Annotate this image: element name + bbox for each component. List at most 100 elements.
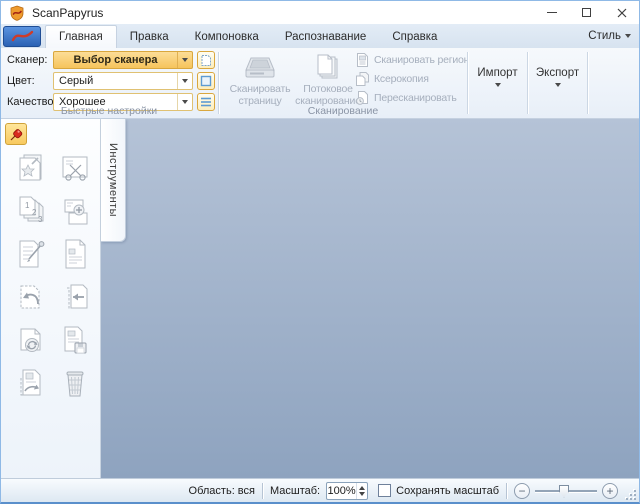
- spinner-arrows[interactable]: [356, 483, 367, 499]
- pushpin-icon: [9, 127, 24, 142]
- scale-spinner[interactable]: 100%: [326, 482, 368, 500]
- tool-undo-button[interactable]: [14, 279, 48, 315]
- page-add-icon: [59, 194, 91, 228]
- frame-icon: [200, 75, 212, 87]
- statusbar-separator: [506, 483, 507, 499]
- color-dropdown[interactable]: Серый: [53, 72, 193, 90]
- page-edit-icon: [15, 237, 47, 271]
- tab-help-label: Справка: [392, 31, 437, 43]
- close-button[interactable]: [604, 1, 639, 24]
- style-menu-label: Стиль: [588, 30, 621, 42]
- tab-main[interactable]: Главная: [45, 25, 117, 48]
- tool-crop-button[interactable]: [58, 150, 92, 186]
- tools-panel-tab[interactable]: Инструменты: [101, 119, 126, 242]
- scan-region-button[interactable]: Сканировать регион: [355, 51, 469, 68]
- tab-edit[interactable]: Правка: [117, 25, 182, 48]
- style-menu-button[interactable]: Стиль: [588, 30, 631, 42]
- area-status-label: Область: вся: [189, 485, 255, 497]
- trash-icon: [59, 366, 91, 400]
- tool-delete-page-button[interactable]: [58, 365, 92, 401]
- pin-panel-button[interactable]: [5, 123, 27, 145]
- tab-recognition-label: Распознавание: [285, 31, 367, 43]
- ribbon: Сканер: Выбор сканера Цвет: Серый Качест…: [1, 48, 639, 119]
- zoom-out-button[interactable]: −: [514, 483, 530, 499]
- svg-text:1: 1: [25, 201, 30, 210]
- app-swoosh-icon: [9, 29, 35, 43]
- maximize-button[interactable]: [569, 1, 604, 24]
- document-canvas: [101, 119, 639, 478]
- app-window: ScanPapyrus Главная Правка Компоновка Ра…: [0, 0, 640, 504]
- scanpapyrus-logo-icon: [9, 5, 25, 21]
- group-caption-scanning: Сканирование: [219, 105, 467, 117]
- status-bar: Область: вся Масштаб: 100% Сохранять мас…: [1, 478, 639, 502]
- minimize-button[interactable]: [534, 1, 569, 24]
- scanner-field-label: Сканер:: [7, 54, 47, 66]
- rescan-label: Пересканировать: [374, 92, 457, 104]
- tab-layout-label: Компоновка: [195, 31, 259, 43]
- page-arrow-left-icon: [59, 280, 91, 314]
- tool-numbering-button[interactable]: 1 2 3: [14, 193, 48, 229]
- export-button[interactable]: Экспорт: [529, 50, 586, 104]
- ribbon-separator: [467, 52, 468, 114]
- statusbar-separator: [262, 483, 263, 499]
- rescan-button[interactable]: Пересканировать: [355, 89, 457, 106]
- page-scissors-icon: [59, 151, 91, 185]
- tool-replace-page-button[interactable]: [14, 365, 48, 401]
- tool-icon-grid: 1 2 3: [14, 150, 92, 401]
- zoom-in-button[interactable]: +: [602, 483, 618, 499]
- ribbon-separator: [527, 52, 528, 114]
- tool-refresh-page-button[interactable]: [14, 322, 48, 358]
- scan-page-label: Сканировать страницу: [223, 84, 297, 107]
- window-title: ScanPapyrus: [32, 6, 103, 20]
- tool-save-page-button[interactable]: [58, 322, 92, 358]
- minus-icon: −: [518, 485, 525, 497]
- copy-pages-icon: [355, 71, 370, 87]
- keep-scale-label: Сохранять масштаб: [396, 485, 499, 497]
- tab-help[interactable]: Справка: [379, 25, 450, 48]
- page-numbering-icon: 1 2 3: [15, 194, 47, 228]
- scan-page-button[interactable]: Сканировать страницу: [223, 50, 297, 108]
- preset-frame-button[interactable]: [197, 72, 215, 90]
- preset-page-button[interactable]: [197, 51, 215, 69]
- close-icon: [617, 8, 627, 18]
- tab-recognition[interactable]: Распознавание: [272, 25, 380, 48]
- svg-text:2: 2: [32, 208, 37, 217]
- stream-scan-label: Потоковое сканирование: [295, 84, 361, 107]
- tool-move-page-button[interactable]: [58, 279, 92, 315]
- svg-text:3: 3: [38, 215, 43, 224]
- page-region-icon: [355, 52, 370, 68]
- import-label: Импорт: [477, 67, 517, 79]
- import-button[interactable]: Импорт: [469, 50, 526, 104]
- page-text-icon: [59, 237, 91, 271]
- chevron-down-icon: [177, 52, 192, 68]
- color-dropdown-value: Серый: [54, 75, 177, 87]
- resize-grip[interactable]: [626, 490, 636, 500]
- photocopy-button[interactable]: Ксерокопия: [355, 70, 429, 87]
- scan-region-label: Сканировать регион: [374, 54, 469, 66]
- tab-edit-label: Правка: [130, 31, 169, 43]
- scanner-dropdown[interactable]: Выбор сканера: [53, 51, 193, 69]
- stacked-pages-icon: [313, 50, 343, 82]
- tools-panel-tab-label: Инструменты: [107, 143, 119, 217]
- tab-main-label: Главная: [59, 31, 103, 43]
- tool-edit-page-button[interactable]: [14, 236, 48, 272]
- tool-autoprocess-button[interactable]: [14, 150, 48, 186]
- minimize-icon: [547, 12, 557, 13]
- page-wand-icon: [15, 151, 47, 185]
- title-bar: ScanPapyrus: [1, 1, 639, 24]
- zoom-slider[interactable]: [535, 483, 597, 499]
- chevron-down-icon: [177, 73, 192, 89]
- application-menu-button[interactable]: [3, 26, 41, 47]
- tool-ocr-text-button[interactable]: [58, 236, 92, 272]
- tool-add-pages-button[interactable]: [58, 193, 92, 229]
- chevron-down-icon: [555, 83, 561, 87]
- spinner-down-icon: [359, 492, 365, 496]
- page-refresh-icon: [15, 323, 47, 357]
- tab-layout[interactable]: Компоновка: [182, 25, 272, 48]
- stream-scan-button[interactable]: Потоковое сканирование: [297, 50, 359, 108]
- keep-scale-checkbox[interactable]: [378, 484, 391, 497]
- flatbed-scanner-icon: [243, 50, 277, 82]
- color-field-label: Цвет:: [7, 75, 35, 87]
- chevron-down-icon: [495, 83, 501, 87]
- zoom-slider-thumb[interactable]: [559, 485, 569, 498]
